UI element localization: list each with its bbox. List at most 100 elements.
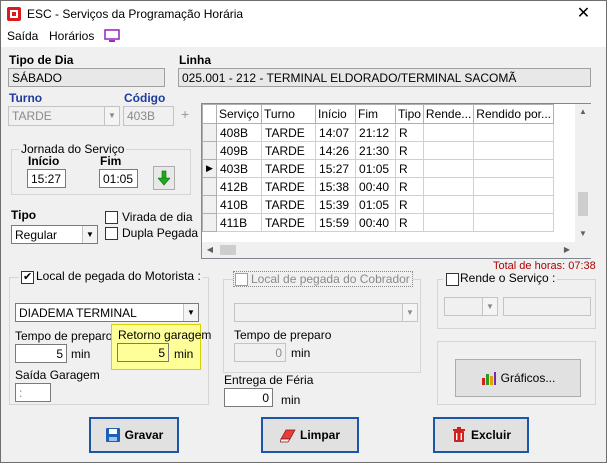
cobrador-tempo-preparo-field[interactable]: 0: [234, 343, 286, 362]
dupla-pegada-checkbox[interactable]: [105, 227, 118, 240]
row-indicator[interactable]: [202, 195, 217, 214]
retorno-garagem-label: Retorno garagem: [118, 328, 212, 342]
table-cell: 01:05: [355, 195, 397, 214]
table-cell: 410B: [215, 195, 263, 214]
col-servico[interactable]: Serviço: [215, 104, 263, 124]
table-cell: 15:38: [315, 177, 357, 196]
table-cell: R: [395, 141, 424, 160]
menu-bar: Saída Horários: [1, 27, 606, 47]
excluir-button[interactable]: Excluir: [433, 417, 529, 453]
scroll-up-icon[interactable]: ▲: [575, 104, 591, 120]
monitor-icon[interactable]: [104, 29, 120, 43]
graficos-label: Gráficos...: [500, 371, 556, 385]
motorista-local-select[interactable]: DIADEMA TERMINAL ▼: [15, 303, 199, 322]
table-cell: [473, 159, 555, 178]
table-cell: [473, 141, 555, 160]
col-rende[interactable]: Rende...: [422, 104, 475, 124]
table-row[interactable]: 412B TARDE 15:38 00:40 R: [202, 177, 555, 196]
copy-down-button[interactable]: [153, 166, 175, 190]
tipo-label: Tipo: [11, 208, 37, 222]
close-button[interactable]: ✕: [561, 1, 606, 27]
vertical-scrollbar[interactable]: ▲ ▼: [575, 104, 591, 242]
table-cell: 412B: [215, 177, 263, 196]
table-cell: R: [395, 195, 424, 214]
row-indicator[interactable]: [202, 213, 217, 232]
table-row[interactable]: 411B TARDE 15:59 00:40 R: [202, 213, 555, 232]
table-cell: R: [395, 159, 424, 178]
table-row[interactable]: 410B TARDE 15:39 01:05 R: [202, 195, 555, 214]
codigo-field[interactable]: 403B: [123, 106, 174, 126]
table-cell: [422, 195, 475, 214]
inicio-field[interactable]: 15:27: [27, 169, 66, 188]
row-indicator[interactable]: [202, 177, 217, 196]
horizontal-scrollbar[interactable]: ◀ ▶: [202, 242, 575, 258]
cobrador-title: Local de pegada do Cobrador: [233, 271, 413, 287]
table-cell: 409B: [215, 141, 263, 160]
table-cell: R: [395, 213, 424, 232]
tempo-preparo-field[interactable]: 5: [15, 344, 67, 363]
cobrador-checkbox[interactable]: [235, 273, 248, 286]
linha-label: Linha: [179, 53, 211, 67]
table-cell: [422, 159, 475, 178]
table-row[interactable]: 408B TARDE 14:07 21:12 R: [202, 123, 555, 142]
rende-checkbox[interactable]: [446, 273, 459, 286]
title-bar[interactable]: ESC - Serviços da Programação Horária ✕: [1, 1, 606, 27]
limpar-button[interactable]: Limpar: [261, 417, 359, 453]
app-logo-icon: [7, 7, 21, 21]
turno-value: TARDE: [12, 109, 52, 123]
fim-label: Fim: [100, 154, 122, 168]
col-rendido-por[interactable]: Rendido por...: [473, 104, 555, 124]
gravar-label: Gravar: [124, 428, 164, 442]
row-indicator[interactable]: [202, 141, 217, 160]
table-cell: 14:07: [315, 123, 357, 142]
col-fim[interactable]: Fim: [355, 104, 397, 124]
rende-field[interactable]: [503, 297, 591, 316]
fim-field[interactable]: 01:05: [99, 169, 138, 188]
trash-icon: [452, 427, 465, 442]
table-row[interactable]: 409B TARDE 14:26 21:30 R: [202, 141, 555, 160]
table-cell: 00:40: [355, 177, 397, 196]
row-indicator[interactable]: [202, 123, 217, 142]
saida-garagem-field[interactable]: :: [15, 383, 51, 402]
cobrador-local-select[interactable]: ▼: [234, 303, 418, 322]
scroll-right-icon[interactable]: ▶: [559, 242, 575, 258]
table-cell: 00:40: [355, 213, 397, 232]
virada-dia-checkbox[interactable]: [105, 211, 118, 224]
servicos-table: Serviço Turno Início Fim Tipo Rende... R…: [202, 104, 555, 232]
turno-select[interactable]: TARDE ▼: [8, 106, 120, 126]
retorno-garagem-field[interactable]: 5: [117, 343, 169, 362]
tipo-select[interactable]: Regular ▼: [11, 225, 98, 244]
vertical-scroll-thumb[interactable]: [578, 192, 588, 216]
table-cell: TARDE: [261, 141, 317, 160]
table-cell: 15:39: [315, 195, 357, 214]
cobrador-tempo-preparo-min: min: [291, 346, 311, 360]
col-turno[interactable]: Turno: [261, 104, 317, 124]
scroll-down-icon[interactable]: ▼: [575, 226, 591, 242]
chevron-down-icon: ▼: [104, 107, 119, 125]
menu-horarios[interactable]: Horários: [49, 29, 94, 43]
turno-label: Turno: [9, 91, 43, 105]
gravar-button[interactable]: Gravar: [89, 417, 179, 453]
table-cell: 408B: [215, 123, 263, 142]
entrega-feria-field[interactable]: 0: [224, 388, 273, 407]
table-cell: TARDE: [261, 177, 317, 196]
graficos-button[interactable]: Gráficos...: [455, 359, 581, 397]
tempo-preparo-label: Tempo de preparo: [15, 329, 113, 343]
table-cell: 14:26: [315, 141, 357, 160]
table-cell: [422, 141, 475, 160]
rende-select[interactable]: ▼: [444, 297, 498, 316]
col-tipo[interactable]: Tipo: [395, 104, 424, 124]
menu-saida[interactable]: Saída: [7, 29, 38, 43]
scroll-left-icon[interactable]: ◀: [202, 242, 218, 258]
horizontal-scroll-thumb[interactable]: [220, 245, 236, 255]
motorista-title: Local de pegada do Motorista :: [19, 269, 203, 283]
row-selector-icon[interactable]: ▶: [202, 159, 217, 178]
col-inicio[interactable]: Início: [315, 104, 357, 124]
save-icon: [105, 428, 120, 442]
table-cell: [473, 213, 555, 232]
servicos-grid[interactable]: Serviço Turno Início Fim Tipo Rende... R…: [201, 103, 591, 259]
motorista-checkbox[interactable]: [21, 270, 34, 284]
table-row[interactable]: ▶ 403B TARDE 15:27 01:05 R: [202, 159, 555, 178]
add-icon[interactable]: +: [181, 106, 189, 122]
window-title: ESC - Serviços da Programação Horária: [27, 7, 244, 21]
